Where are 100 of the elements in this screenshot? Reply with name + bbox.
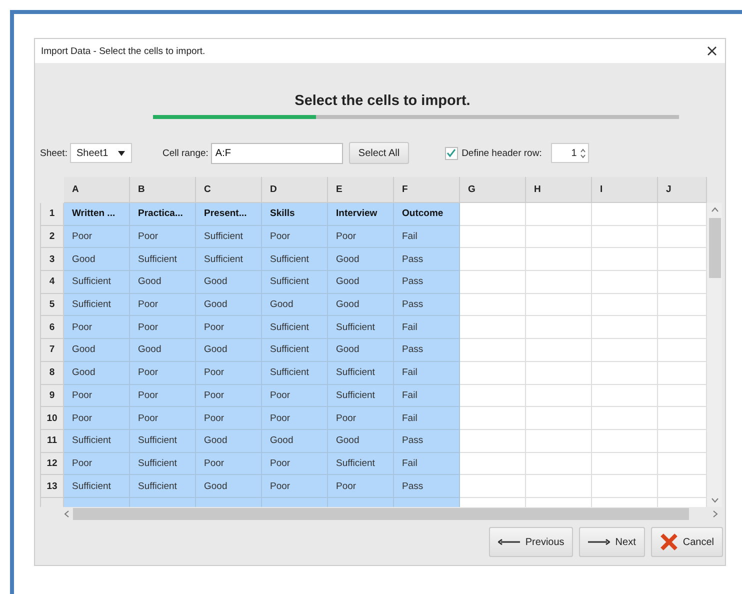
table-cell: Pass [394, 430, 460, 453]
caret-icon [118, 150, 126, 156]
table-cell: Fail [394, 452, 460, 476]
column-header[interactable]: D [262, 177, 328, 203]
table-cell: Sufficient [64, 294, 130, 316]
table-cell: Good [196, 271, 262, 294]
row-header[interactable]: 11 [40, 430, 64, 453]
row-header[interactable]: 13 [40, 475, 64, 498]
column-header[interactable]: E [328, 177, 394, 203]
table-cell: Good [130, 339, 196, 362]
table-cell: Sufficient [130, 452, 196, 476]
column-header[interactable]: J [658, 177, 707, 203]
table-cell: Practica... [130, 203, 196, 226]
table-cell: Skills [262, 203, 328, 226]
table-cell: Poor [64, 452, 130, 476]
scroll-down-icon[interactable] [710, 498, 718, 503]
scroll-left-icon[interactable] [64, 510, 69, 518]
scroll-thumb[interactable] [708, 218, 720, 278]
header-row-spinner[interactable]: 1 [550, 143, 589, 163]
table-cell: Sufficient [328, 316, 394, 340]
table-cell: Sufficient [196, 226, 262, 248]
row-header[interactable]: 4 [40, 271, 64, 294]
cell-range-field[interactable]: A:F [211, 142, 344, 164]
row-header[interactable]: 9 [40, 384, 64, 408]
row-header[interactable]: 3 [40, 248, 64, 272]
step-heading: Select the cells to import. [294, 93, 472, 109]
scroll-thumb[interactable] [73, 508, 689, 520]
row-header[interactable]: 12 [40, 452, 64, 476]
vertical-scrollbar[interactable] [707, 203, 722, 507]
column-header[interactable]: H [526, 177, 592, 203]
next-button[interactable]: Next [579, 527, 645, 557]
cell-range-label: Cell range: [162, 148, 208, 158]
row-header[interactable]: 1 [40, 203, 64, 226]
table-cell: Good [328, 430, 394, 453]
table-cell: Fail [394, 316, 460, 340]
table-cell: Pass [394, 294, 460, 316]
window-title: Import Data - Select the cells to import. [41, 46, 206, 56]
table-cell: Poor [196, 316, 262, 340]
table-cell: Poor [328, 226, 394, 248]
table-cell: Good [328, 294, 394, 316]
cancel-button[interactable]: Cancel [650, 527, 723, 557]
select-all-button[interactable]: Select All [349, 142, 409, 164]
table-cell: Poor [196, 362, 262, 384]
spinner-arrows-icon [580, 148, 586, 158]
table-cell: Poor [64, 226, 130, 248]
table-cell: Poor [130, 294, 196, 316]
table-cell: Interview [328, 203, 394, 226]
table-cell: Present... [196, 203, 262, 226]
arrow-left-icon [498, 539, 520, 545]
table-cell: Sufficient [196, 248, 262, 272]
table-cell: Sufficient [64, 430, 130, 453]
row-header[interactable]: 10 [40, 407, 64, 430]
table-cell: Poor [196, 407, 262, 430]
table-cell: Good [196, 339, 262, 362]
column-header[interactable]: C [196, 177, 262, 203]
scroll-right-icon[interactable] [713, 510, 718, 518]
table-cell: Sufficient [262, 248, 328, 272]
row-header[interactable]: 7 [40, 339, 64, 362]
table-cell: Poor [262, 384, 328, 408]
table-cell: Good [64, 339, 130, 362]
table-cell: Poor [262, 407, 328, 430]
column-header[interactable]: G [460, 177, 526, 203]
table-cell: Good [64, 248, 130, 272]
table-cell: Good [328, 339, 394, 362]
column-header[interactable]: F [394, 177, 460, 203]
header-row-checkbox[interactable] [444, 146, 458, 160]
column-header[interactable]: A [64, 177, 130, 203]
table-cell: Fail [394, 226, 460, 248]
table-cell: Sufficient [130, 475, 196, 498]
table-cell: Sufficient [64, 475, 130, 498]
table-cell: Fail [394, 362, 460, 384]
column-header[interactable]: B [130, 177, 196, 203]
table-cell: Sufficient [64, 271, 130, 294]
table-cell: Sufficient [262, 362, 328, 384]
row-header[interactable]: 5 [40, 294, 64, 316]
table-cell: Poor [262, 452, 328, 476]
table-cell: Poor [130, 226, 196, 248]
table-cell: Poor [328, 475, 394, 498]
table-cell: Pass [394, 339, 460, 362]
row-header[interactable]: 6 [40, 316, 64, 340]
table-cell: Good [64, 362, 130, 384]
previous-button[interactable]: Previous [489, 527, 574, 557]
table-cell: Poor [64, 407, 130, 430]
sheet-dropdown[interactable]: Sheet1 [70, 143, 132, 163]
table-cell: Sufficient [130, 430, 196, 453]
close-icon[interactable] [707, 46, 717, 56]
table-cell: Outcome [394, 203, 460, 226]
row-header[interactable]: 8 [40, 362, 64, 384]
table-cell: Poor [130, 407, 196, 430]
row-header[interactable]: 2 [40, 226, 64, 248]
table-cell: Poor [64, 384, 130, 408]
table-cell: Fail [394, 407, 460, 430]
table-cell: Good [262, 294, 328, 316]
table-cell: Poor [130, 362, 196, 384]
column-header[interactable]: I [592, 177, 658, 203]
table-cell: Poor [196, 452, 262, 476]
table-cell: Sufficient [262, 339, 328, 362]
scroll-up-icon[interactable] [710, 207, 718, 212]
table-cell: Poor [64, 316, 130, 340]
table-cell: Pass [394, 271, 460, 294]
